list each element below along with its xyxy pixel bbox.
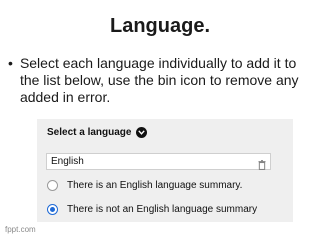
select-language-label: Select a language (47, 127, 132, 138)
radio-no-english-summary[interactable]: There is not an English language summary (47, 204, 257, 215)
select-language-header[interactable]: Select a language (47, 127, 148, 138)
radio-label: There is not an English language summary (67, 204, 258, 215)
bullet-dot-icon: • (8, 55, 13, 71)
language-value: English (51, 156, 84, 167)
bullet-item: • Select each language individually to a… (8, 55, 308, 106)
radio-button-checked[interactable] (47, 204, 58, 215)
trash-icon[interactable] (258, 157, 266, 170)
language-list-item: English (46, 153, 271, 170)
slide-title: Language. (109, 15, 210, 37)
chevron-down-icon[interactable] (136, 127, 148, 138)
radio-button-unchecked[interactable] (47, 180, 58, 191)
footer-watermark: fppt.com (5, 225, 36, 234)
radio-english-summary[interactable]: There is an English language summary. (47, 180, 242, 191)
language-panel: Select a language English There is an En… (37, 119, 293, 222)
radio-label: There is an English language summary. (67, 180, 243, 191)
bullet-text: Select each language individually to add… (19, 55, 299, 105)
